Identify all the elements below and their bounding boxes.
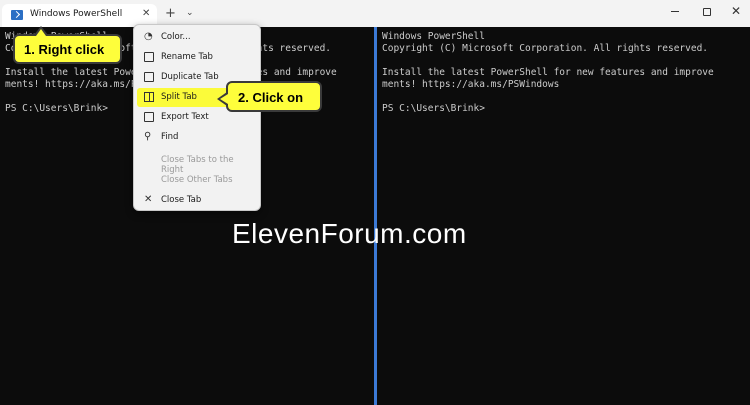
callout-right-click: 1. Right click — [13, 26, 122, 64]
terminal-prompt-left: PS C:\Users\Brink> — [5, 103, 108, 114]
window-close-button[interactable]: ✕ — [731, 4, 741, 18]
terminal-output-right: Windows PowerShell Copyright (C) Microso… — [382, 31, 714, 114]
palette-icon: ◔ — [144, 31, 153, 42]
menu-item-find[interactable]: ⚲ Find — [137, 128, 257, 147]
menu-item-rename-tab[interactable]: Rename Tab — [137, 48, 257, 67]
terminal-pane-right[interactable]: Windows PowerShell Copyright (C) Microso… — [377, 27, 750, 405]
callout-click-on-text: 2. Click on — [238, 90, 304, 105]
menu-item-close-tabs-right: Close Tabs to the Right — [161, 155, 234, 175]
split-icon — [144, 92, 154, 102]
menu-item-close-tab[interactable]: ✕ Close Tab — [137, 191, 257, 210]
tab-title: Windows PowerShell — [30, 9, 123, 19]
new-tab-button[interactable]: + — [165, 7, 176, 20]
chevron-down-icon[interactable]: ⌄ — [186, 8, 194, 18]
minimize-button[interactable] — [671, 11, 679, 12]
terminal-prompt-right: PS C:\Users\Brink> — [382, 103, 485, 114]
watermark: ElevenForum.com — [232, 218, 467, 249]
tab-windows-powershell[interactable]: Windows PowerShell ✕ — [2, 4, 157, 27]
menu-item-color[interactable]: ◔ Color... — [137, 28, 257, 47]
powershell-icon — [11, 10, 23, 20]
callout-right-click-text: 1. Right click — [24, 42, 105, 57]
title-bar: Windows PowerShell ✕ + ⌄ ✕ — [0, 0, 750, 27]
maximize-button[interactable] — [703, 8, 711, 16]
duplicate-icon — [144, 72, 154, 82]
save-icon — [144, 112, 154, 122]
menu-item-close-other-tabs: Close Other Tabs — [161, 175, 233, 185]
tab-context-menu: ◔ Color... Rename Tab Duplicate Tab Spli… — [133, 24, 261, 211]
rename-icon — [144, 52, 154, 62]
callout-click-on: 2. Click on — [217, 81, 322, 112]
tab-close-icon[interactable]: ✕ — [142, 8, 150, 19]
close-icon: ✕ — [144, 194, 153, 205]
search-icon: ⚲ — [144, 131, 152, 142]
